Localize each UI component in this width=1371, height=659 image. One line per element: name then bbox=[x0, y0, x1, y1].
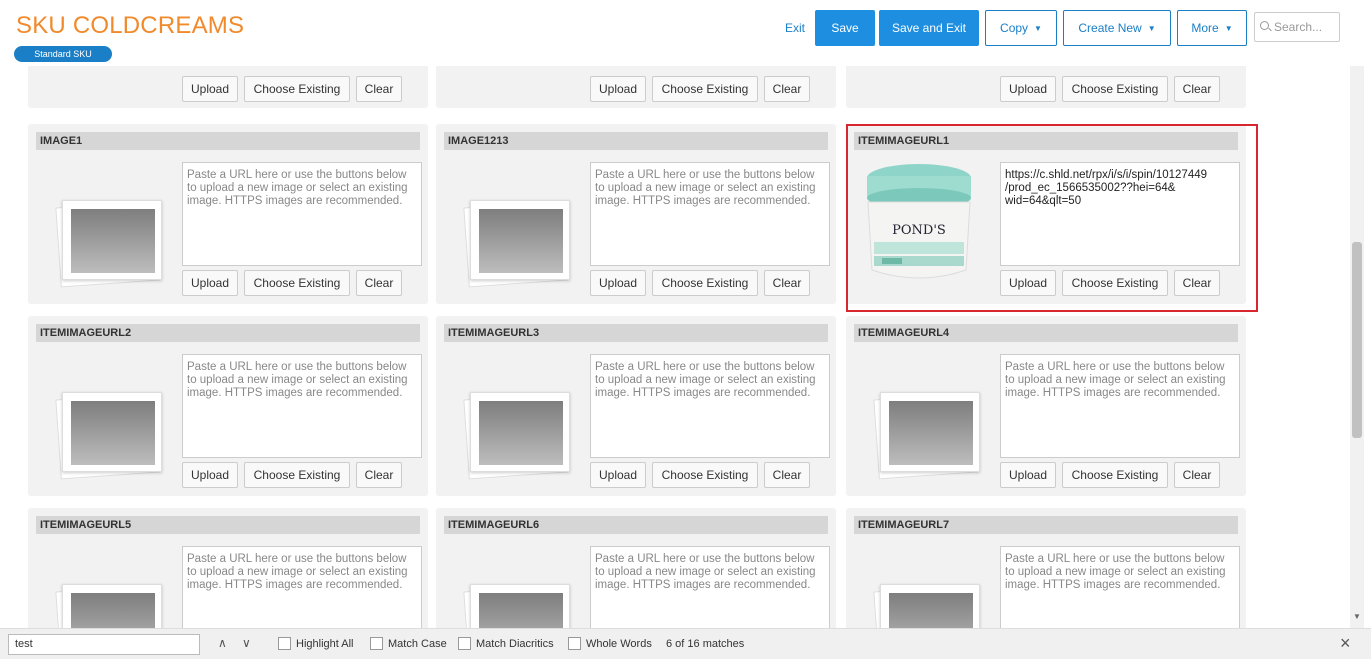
choose-existing-button[interactable]: Choose Existing bbox=[652, 76, 758, 102]
whole-words-label: Whole Words bbox=[586, 638, 652, 650]
image-card-itemimageurl4: ITEMIMAGEURL4 Paste a URL here or use th… bbox=[846, 316, 1246, 496]
image-placeholder-icon bbox=[52, 164, 172, 288]
choose-existing-button[interactable]: Choose Existing bbox=[1062, 76, 1168, 102]
search-icon bbox=[1260, 21, 1269, 30]
search-placeholder: Search... bbox=[1274, 20, 1323, 34]
copy-label: Copy bbox=[1000, 21, 1029, 35]
image-placeholder-icon bbox=[460, 356, 580, 480]
upload-button[interactable]: Upload bbox=[590, 76, 646, 102]
page-header: SKU COLDCREAMS Standard SKU Exit Save Sa… bbox=[0, 0, 1371, 66]
match-diacritics-checkbox[interactable] bbox=[458, 637, 471, 650]
scrollbar-thumb[interactable] bbox=[1352, 242, 1362, 438]
image-card-image1: IMAGE1 Paste a URL here or use the butto… bbox=[28, 124, 428, 304]
clear-button[interactable]: Clear bbox=[1174, 462, 1220, 488]
card-title: ITEMIMAGEURL2 bbox=[36, 324, 420, 342]
card-title: ITEMIMAGEURL6 bbox=[444, 516, 828, 534]
choose-existing-button[interactable]: Choose Existing bbox=[244, 270, 350, 296]
caret-down-icon: ▼ bbox=[1147, 23, 1156, 33]
image-url-field[interactable]: Paste a URL here or use the buttons belo… bbox=[182, 546, 422, 628]
save-button[interactable]: Save bbox=[815, 10, 875, 46]
image-card-image1213: IMAGE1213 Paste a URL here or use the bu… bbox=[436, 124, 836, 304]
upload-button[interactable]: Upload bbox=[590, 270, 646, 296]
image-card-itemimageurl7: ITEMIMAGEURL7 Paste a URL here or use th… bbox=[846, 508, 1246, 628]
page-title: SKU COLDCREAMS bbox=[16, 12, 245, 39]
upload-button[interactable]: Upload bbox=[182, 462, 238, 488]
match-case-checkbox[interactable] bbox=[370, 637, 383, 650]
upload-button[interactable]: Upload bbox=[1000, 462, 1056, 488]
image-card-partial: Upload Choose Existing Clear bbox=[28, 66, 428, 108]
card-title: ITEMIMAGEURL4 bbox=[854, 324, 1238, 342]
image-placeholder-icon bbox=[460, 164, 580, 288]
clear-button[interactable]: Clear bbox=[764, 76, 810, 102]
choose-existing-button[interactable]: Choose Existing bbox=[652, 462, 758, 488]
highlight-all-label: Highlight All bbox=[296, 638, 354, 650]
clear-button[interactable]: Clear bbox=[356, 462, 402, 488]
image-placeholder-icon bbox=[52, 548, 172, 628]
highlight-all-checkbox[interactable] bbox=[278, 637, 291, 650]
image-placeholder-icon bbox=[870, 356, 990, 480]
caret-down-icon: ▼ bbox=[1224, 23, 1233, 33]
find-input[interactable]: test bbox=[8, 634, 200, 655]
image-url-field[interactable]: Paste a URL here or use the buttons belo… bbox=[590, 546, 830, 628]
image-card-itemimageurl6: ITEMIMAGEURL6 Paste a URL here or use th… bbox=[436, 508, 836, 628]
card-title: ITEMIMAGEURL7 bbox=[854, 516, 1238, 534]
upload-button[interactable]: Upload bbox=[590, 462, 646, 488]
clear-button[interactable]: Clear bbox=[356, 270, 402, 296]
choose-existing-button[interactable]: Choose Existing bbox=[244, 462, 350, 488]
vertical-scrollbar[interactable]: ▼ bbox=[1350, 66, 1364, 628]
save-and-exit-button[interactable]: Save and Exit bbox=[879, 10, 979, 46]
image-url-field[interactable]: Paste a URL here or use the buttons belo… bbox=[1000, 546, 1240, 628]
create-new-label: Create New bbox=[1078, 21, 1142, 35]
card-title: ITEMIMAGEURL5 bbox=[36, 516, 420, 534]
create-new-dropdown[interactable]: Create New ▼ bbox=[1063, 10, 1171, 46]
choose-existing-button[interactable]: Choose Existing bbox=[652, 270, 758, 296]
copy-dropdown[interactable]: Copy ▼ bbox=[985, 10, 1057, 46]
choose-existing-button[interactable]: Choose Existing bbox=[244, 76, 350, 102]
image-card-partial: Upload Choose Existing Clear bbox=[846, 66, 1246, 108]
close-icon[interactable]: × bbox=[1340, 633, 1351, 654]
image-url-field[interactable]: Paste a URL here or use the buttons belo… bbox=[182, 354, 422, 458]
sku-type-badge[interactable]: Standard SKU bbox=[14, 46, 112, 62]
upload-button[interactable]: Upload bbox=[182, 76, 238, 102]
find-next-icon[interactable]: ∨ bbox=[242, 636, 251, 650]
image-card-itemimageurl2: ITEMIMAGEURL2 Paste a URL here or use th… bbox=[28, 316, 428, 496]
card-title: IMAGE1 bbox=[36, 132, 420, 150]
find-previous-icon[interactable]: ∧ bbox=[218, 636, 227, 650]
choose-existing-button[interactable]: Choose Existing bbox=[1062, 462, 1168, 488]
upload-button[interactable]: Upload bbox=[182, 270, 238, 296]
match-count: 6 of 16 matches bbox=[666, 638, 745, 650]
image-placeholder-icon bbox=[870, 548, 990, 628]
whole-words-checkbox[interactable] bbox=[568, 637, 581, 650]
image-card-partial: Upload Choose Existing Clear bbox=[436, 66, 836, 108]
clear-button[interactable]: Clear bbox=[764, 270, 810, 296]
image-url-field[interactable]: Paste a URL here or use the buttons belo… bbox=[182, 162, 422, 266]
clear-button[interactable]: Clear bbox=[1174, 76, 1220, 102]
scroll-down-icon[interactable]: ▼ bbox=[1353, 612, 1361, 621]
image-placeholder-icon bbox=[52, 356, 172, 480]
exit-button[interactable]: Exit bbox=[770, 10, 820, 46]
image-placeholder-icon bbox=[460, 548, 580, 628]
clear-button[interactable]: Clear bbox=[356, 76, 402, 102]
highlight-box bbox=[846, 124, 1258, 312]
find-bar: test ∧ ∨ Highlight All Match Case Match … bbox=[0, 628, 1371, 659]
image-url-field[interactable]: Paste a URL here or use the buttons belo… bbox=[1000, 354, 1240, 458]
image-url-field[interactable]: Paste a URL here or use the buttons belo… bbox=[590, 354, 830, 458]
image-fields-area[interactable]: Upload Choose Existing Clear Upload Choo… bbox=[0, 66, 1348, 628]
image-card-itemimageurl3: ITEMIMAGEURL3 Paste a URL here or use th… bbox=[436, 316, 836, 496]
match-diacritics-label: Match Diacritics bbox=[476, 638, 554, 650]
card-title: IMAGE1213 bbox=[444, 132, 828, 150]
clear-button[interactable]: Clear bbox=[764, 462, 810, 488]
upload-button[interactable]: Upload bbox=[1000, 76, 1056, 102]
match-case-label: Match Case bbox=[388, 638, 447, 650]
image-card-itemimageurl5: ITEMIMAGEURL5 Paste a URL here or use th… bbox=[28, 508, 428, 628]
card-title: ITEMIMAGEURL3 bbox=[444, 324, 828, 342]
caret-down-icon: ▼ bbox=[1034, 23, 1042, 33]
more-label: More bbox=[1191, 21, 1219, 35]
more-dropdown[interactable]: More ▼ bbox=[1177, 10, 1247, 46]
image-url-field[interactable]: Paste a URL here or use the buttons belo… bbox=[590, 162, 830, 266]
